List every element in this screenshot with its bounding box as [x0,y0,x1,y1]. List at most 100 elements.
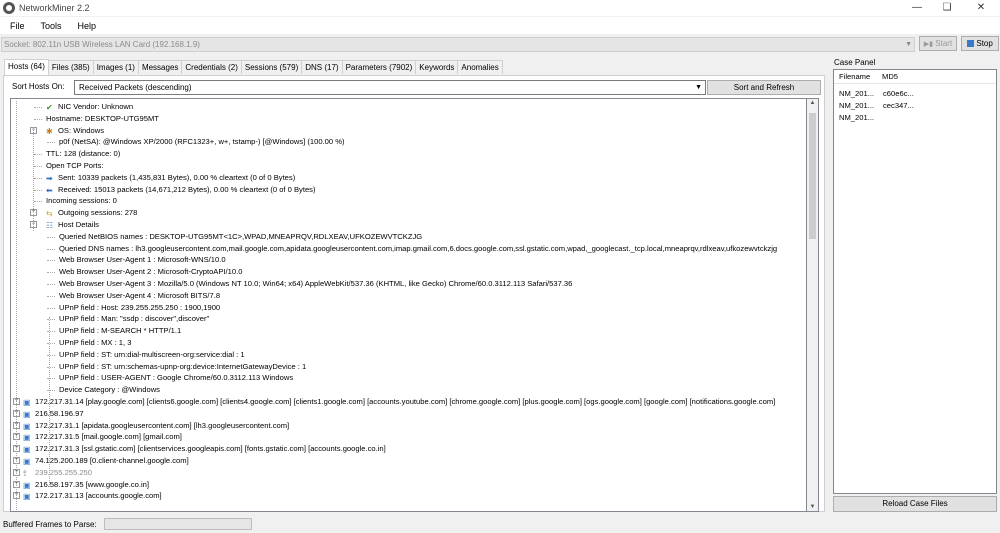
case-md5: c60e6c... [883,89,914,98]
reload-case-files-button[interactable]: Reload Case Files [833,496,997,512]
tab-anomalies[interactable]: Anomalies [457,60,503,74]
tree-node-label: 216.58.196.97 [35,408,84,418]
menu-tools[interactable]: Tools [41,21,62,31]
tab-sessions[interactable]: Sessions (579) [240,60,303,74]
close-button[interactable]: ✕ [966,0,996,16]
stop-button[interactable]: Stop [961,36,999,51]
tab-hosts[interactable]: Hosts (64) [4,59,49,75]
case-file-row[interactable]: NM_201... [839,88,874,99]
host-node[interactable]: ▣ 172.217.31.3 [ssl.gstatic.com] [clients… [23,443,386,454]
column-header-md5[interactable]: MD5 [882,72,898,81]
tree-vertical-scrollbar[interactable]: ▲ ▼ [807,98,819,512]
tab-dns[interactable]: DNS (17) [301,60,343,74]
tree-connector [34,189,42,191]
socket-select[interactable]: Socket: 802.11n USB Wireless LAN Card (1… [1,37,915,52]
host-detail-node[interactable]: UPnP field : MX : 1, 3 [59,337,131,348]
scroll-up-icon[interactable]: ▲ [807,100,818,106]
host-node[interactable]: ▣ 172.217.31.13 [accounts.google.com] [23,490,162,501]
host-detail-node[interactable]: Web Browser User-Agent 3 : Mozilla/5.0 (… [59,278,572,289]
host-detail-node[interactable]: ✱ OS: Windows [46,125,104,136]
hosts-tree[interactable]: ✔ NIC Vendor: Unknown Hostname: DESKTOP-UT… [10,98,807,512]
tab-messages[interactable]: Messages [137,60,183,74]
hosts-tab-body: Sort Hosts On: Received Packets (descend… [3,75,825,512]
tab-images[interactable]: Images (1) [92,60,139,74]
host-node[interactable]: ▣ 172.217.31.1 [apidata.googleusercontent… [23,420,289,431]
host-detail-node[interactable]: Queried DNS names : lh3.googleuserconten… [59,243,777,254]
host-detail-node[interactable]: TTL: 128 (distance: 0) [46,148,120,159]
host-detail-node[interactable]: UPnP field : USER-AGENT : Google Chrome/… [59,372,293,383]
tree-node-label: 239.255.255.250 [35,467,93,477]
tab-files[interactable]: Files (385) [47,60,94,74]
minimize-button[interactable]: — [902,0,932,16]
host-node[interactable]: ▣ 172.217.31.5 [mail.google.com] [gmail.c… [23,431,182,442]
host-detail-node[interactable]: UPnP field : Host: 239.255.255.250 : 190… [59,302,220,313]
host-detail-node[interactable]: Hostname: DESKTOP-UTG95MT [46,113,159,124]
sort-refresh-button[interactable]: Sort and Refresh [707,80,821,95]
host-icon: ▣ [23,433,31,443]
host-detail-node[interactable]: Incoming sessions: 0 [46,195,117,206]
tree-node-label: Queried NetBIOS names : DESKTOP-UTG95MT<… [59,231,423,241]
tree-guide-line [16,101,17,511]
case-file-row[interactable]: NM_201... [839,100,874,111]
host-detail-node[interactable]: ➡ Sent: 10339 packets (1,435,831 Bytes), … [46,172,295,183]
multicast-icon: ⥉ [23,468,27,478]
host-detail-node[interactable]: ⬅ Received: 15013 packets (14,671,212 Byt… [46,184,316,195]
host-detail-node[interactable]: p0f (NetSA): @Windows XP/2000 (RFC1323+,… [59,136,345,147]
tree-connector [34,107,42,108]
tree-node-label: Outgoing sessions: 278 [58,208,138,218]
host-detail-node[interactable]: UPnP field : ST: urn:schemas-upnp-org:de… [59,361,306,372]
host-node[interactable]: ▣ 216.58.196.97 [23,408,84,419]
tree-connector [34,166,42,167]
tab-keywords[interactable]: Keywords [415,60,459,74]
socket-select-value: Socket: 802.11n USB Wireless LAN Card (1… [4,40,200,49]
host-detail-node[interactable]: Open TCP Ports: [46,160,104,171]
tree-node-label: UPnP field : M-SEARCH * HTTP/1.1 [59,326,182,336]
tree-connector [47,236,55,238]
tab-credentials[interactable]: Credentials (2) [181,60,242,74]
tree-node-label: 216.58.197.35 [www.google.co.in] [35,479,149,489]
sort-row: Sort Hosts On: Received Packets (descend… [11,80,821,95]
column-header-filename[interactable]: Filename [839,72,870,81]
case-panel-title: Case Panel [834,58,876,67]
tab-parameters[interactable]: Parameters (7902) [341,60,417,74]
host-node[interactable]: ⥉ 239.255.255.250 [23,467,92,478]
menu-help[interactable]: Help [78,21,97,31]
start-button[interactable]: ▶▮ Start [919,36,957,51]
tree-node-label: p0f (NetSA): @Windows XP/2000 (RFC1323+,… [59,137,345,147]
host-detail-node[interactable]: UPnP field : Man: "ssdp : discover",disc… [59,313,209,324]
maximize-button[interactable]: ❏ [932,0,962,16]
toolbar: Socket: 802.11n USB Wireless LAN Card (1… [0,36,1000,54]
stop-label: Stop [976,39,993,48]
host-detail-node[interactable]: UPnP field : ST: urn:dial-multiscreen-or… [59,349,245,360]
tree-node-label: Hostname: DESKTOP-UTG95MT [46,113,159,123]
host-node[interactable]: ▣ 216.58.197.35 [www.google.co.in] [23,479,149,490]
tree-node-label: Device Category : @Windows [59,385,160,395]
sort-select[interactable]: Received Packets (descending) ▼ [74,80,706,95]
status-bar: Buffered Frames to Parse: [0,515,1000,533]
host-detail-node[interactable]: UPnP field : M-SEARCH * HTTP/1.1 [59,325,181,336]
tree-connector [47,284,55,285]
menu-file[interactable]: File [10,21,25,31]
buffered-frames-progress [104,518,252,530]
tree-node-label: 172.217.31.13 [accounts.google.com] [35,491,162,501]
scroll-thumb[interactable] [809,113,816,239]
case-file-row[interactable]: NM_201... [839,112,874,123]
host-detail-node[interactable]: ⇆ Outgoing sessions: 278 [46,207,137,218]
host-detail-node[interactable]: Web Browser User-Agent 1 : Microsoft-WNS… [59,254,226,265]
host-node[interactable]: ▣ 172.217.31.14 [play.google.com] [client… [23,396,775,407]
host-detail-node[interactable]: Web Browser User-Agent 4 : Microsoft BIT… [59,290,220,301]
tree-node-label: Sent: 10339 packets (1,435,831 Bytes), 0… [58,172,296,182]
host-detail-node[interactable]: Queried NetBIOS names : DESKTOP-UTG95MT<… [59,231,422,242]
details-icon: ☷ [46,221,54,230]
stop-icon [967,40,975,47]
tree-node-label: 172.217.31.14 [play.google.com] [clients… [35,397,776,406]
tab-strip: Hosts (64) Files (385) Images (1) Messag… [4,59,503,75]
host-detail-node[interactable]: Device Category : @Windows [59,384,160,395]
host-detail-node[interactable]: ✔ NIC Vendor: Unknown [46,101,133,112]
scroll-down-icon[interactable]: ▼ [807,504,818,510]
host-detail-node[interactable]: Web Browser User-Agent 2 : Microsoft-Cry… [59,266,242,277]
case-file-list[interactable]: Filename MD5 NM_201... c60e6c... NM_201.… [833,69,997,494]
host-node[interactable]: ▣ 74.125.200.189 [0.client-channel.google… [23,455,189,466]
host-detail-node[interactable]: ☷ Host Details [46,219,99,230]
tree-node-label: Incoming sessions: 0 [46,196,117,206]
